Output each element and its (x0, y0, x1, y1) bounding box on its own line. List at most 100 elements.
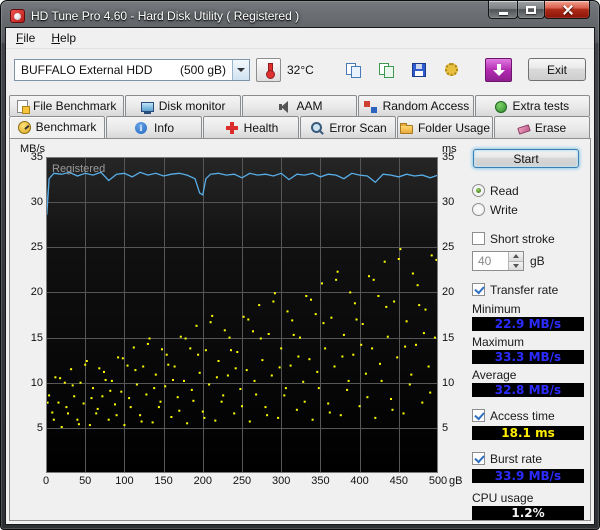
tab-benchmark[interactable]: Benchmark (9, 116, 105, 138)
short-stroke-size-value: 40 (473, 252, 508, 270)
burst-rate-checkbox[interactable]: Burst rate (472, 450, 586, 467)
minimize-button[interactable] (488, 1, 518, 19)
tab-disk-monitor[interactable]: Disk monitor (125, 95, 240, 116)
down-arrow-icon (491, 62, 507, 78)
watermark: Registered (52, 163, 105, 175)
benchmark-plot: Registered (46, 157, 438, 473)
tab-extra-tests[interactable]: Extra tests (475, 95, 590, 116)
tab-row-1: File Benchmark Disk monitor AAM Random Acce… (9, 95, 591, 116)
transfer-rate-label: Transfer rate (490, 283, 558, 297)
drive-name: BUFFALO External HDD (21, 63, 152, 77)
y-axis-tick-right: 30 (442, 196, 454, 208)
tab-row-2: Benchmark Info Health Error Scan Folder Usag… (9, 116, 591, 138)
tab-info[interactable]: Info (106, 116, 202, 138)
y-axis-tick-right: 20 (442, 286, 454, 298)
y-axis-tick-right: 25 (442, 241, 454, 253)
tab-label: Error Scan (329, 121, 386, 135)
short-stroke-size-input[interactable]: 40 (472, 251, 524, 271)
drive-capacity: (500 gB) (180, 63, 226, 77)
plot-cell: Registered (46, 157, 438, 473)
tab-file-benchmark[interactable]: File Benchmark (9, 95, 124, 116)
minimum-value: 22.9 MB/s (472, 317, 584, 331)
cpu-usage-label: CPU usage (472, 491, 586, 505)
benchmark-chart: MB/s ms 3530252015105 Registered (10, 139, 464, 520)
copy-screenshot-button[interactable] (339, 58, 366, 82)
menu-help[interactable]: Help (43, 29, 84, 47)
copy-icon (345, 62, 361, 78)
options-button[interactable] (438, 58, 465, 82)
transfer-rate-checkbox[interactable]: Transfer rate (472, 281, 586, 298)
radio-icon (472, 184, 485, 197)
access-time-checkbox[interactable]: Access time (472, 407, 586, 424)
x-axis-tick: 350 (311, 475, 329, 487)
cpu-usage-value: 1.2% (472, 506, 584, 520)
tab-health[interactable]: Health (203, 116, 299, 138)
chevron-down-icon[interactable] (232, 60, 249, 80)
maximize-icon (526, 6, 536, 14)
tab-label: File Benchmark (33, 99, 116, 113)
app-icon (10, 9, 25, 23)
copy-text-icon (378, 62, 394, 78)
y-axis-tick-left: 15 (31, 332, 43, 344)
y-axis-tick-right: 10 (442, 377, 454, 389)
x-axis-tick: 150 (154, 475, 172, 487)
x-axis-tick: 50 (79, 475, 91, 487)
checkbox-icon (472, 232, 485, 245)
random-access-icon (363, 99, 378, 113)
tab-label: Benchmark (36, 120, 97, 134)
maximize-button[interactable] (517, 1, 545, 19)
tab-label: Health (244, 121, 279, 135)
update-check-button[interactable] (485, 58, 512, 82)
tab-label: Extra tests (512, 99, 569, 113)
start-button[interactable]: Start (473, 149, 579, 168)
tab-folder-usage[interactable]: Folder Usage (397, 116, 493, 138)
x-axis-tick: 0 (43, 475, 49, 487)
tabstrip: File Benchmark Disk monitor AAM Random Acce… (6, 90, 594, 138)
y-axis-tick-left: 10 (31, 377, 43, 389)
x-axis-ticks: 050100150200250300350400450500gB (46, 473, 438, 491)
tab-label: Disk monitor (159, 99, 226, 113)
x-axis-tick: 100 (115, 475, 133, 487)
tab-label: Info (154, 121, 174, 135)
average-value: 32.8 MB/s (472, 383, 584, 397)
short-stroke-unit-label: gB (530, 254, 545, 268)
menubar: File Help (6, 28, 594, 49)
y-axis-ticks-right: 3530252015105 (438, 157, 464, 473)
burst-rate-value: 33.9 MB/s (472, 469, 584, 483)
gear-icon (445, 63, 458, 76)
spinner-down-button[interactable] (509, 262, 523, 271)
tab-random-access[interactable]: Random Access (358, 95, 473, 116)
copy-text-button[interactable] (372, 58, 399, 82)
y-axis-ticks-left: 3530252015105 (16, 157, 46, 473)
benchmark-icon (18, 121, 31, 134)
tab-error-scan[interactable]: Error Scan (300, 116, 396, 138)
x-axis-tick: 200 (194, 475, 212, 487)
save-icon (412, 63, 426, 77)
exit-button[interactable]: Exit (528, 58, 586, 81)
benchmark-controls: Start Read Write Short stroke (464, 139, 594, 520)
save-screenshot-button[interactable] (405, 58, 432, 82)
file-benchmark-icon (17, 100, 28, 113)
tab-label: Folder Usage (418, 121, 490, 135)
read-radio[interactable]: Read (472, 182, 586, 199)
tab-erase[interactable]: Erase (494, 116, 590, 138)
spinner-up-button[interactable] (509, 252, 523, 262)
spinner (508, 252, 523, 270)
y-axis-tick-left: 35 (31, 151, 43, 163)
close-button[interactable] (544, 1, 590, 19)
menu-file[interactable]: File (8, 29, 43, 47)
disk-monitor-icon (141, 102, 154, 112)
tab-aam[interactable]: AAM (242, 95, 357, 116)
y-axis-tick-right: 5 (442, 422, 448, 434)
maximum-value: 33.3 MB/s (472, 350, 584, 364)
client-area: File Help BUFFALO External HDD (500 gB) … (5, 27, 595, 525)
tab-label: AAM (297, 99, 323, 113)
y-axis-tick-left: 5 (37, 422, 43, 434)
drive-selector[interactable]: BUFFALO External HDD (500 gB) (14, 59, 250, 81)
short-stroke-checkbox[interactable]: Short stroke (472, 230, 586, 247)
temperature-button[interactable] (256, 58, 281, 82)
erase-icon (517, 124, 531, 134)
checkbox-icon (472, 283, 485, 296)
y-axis-tick-right: 35 (442, 151, 454, 163)
write-radio[interactable]: Write (472, 201, 586, 218)
